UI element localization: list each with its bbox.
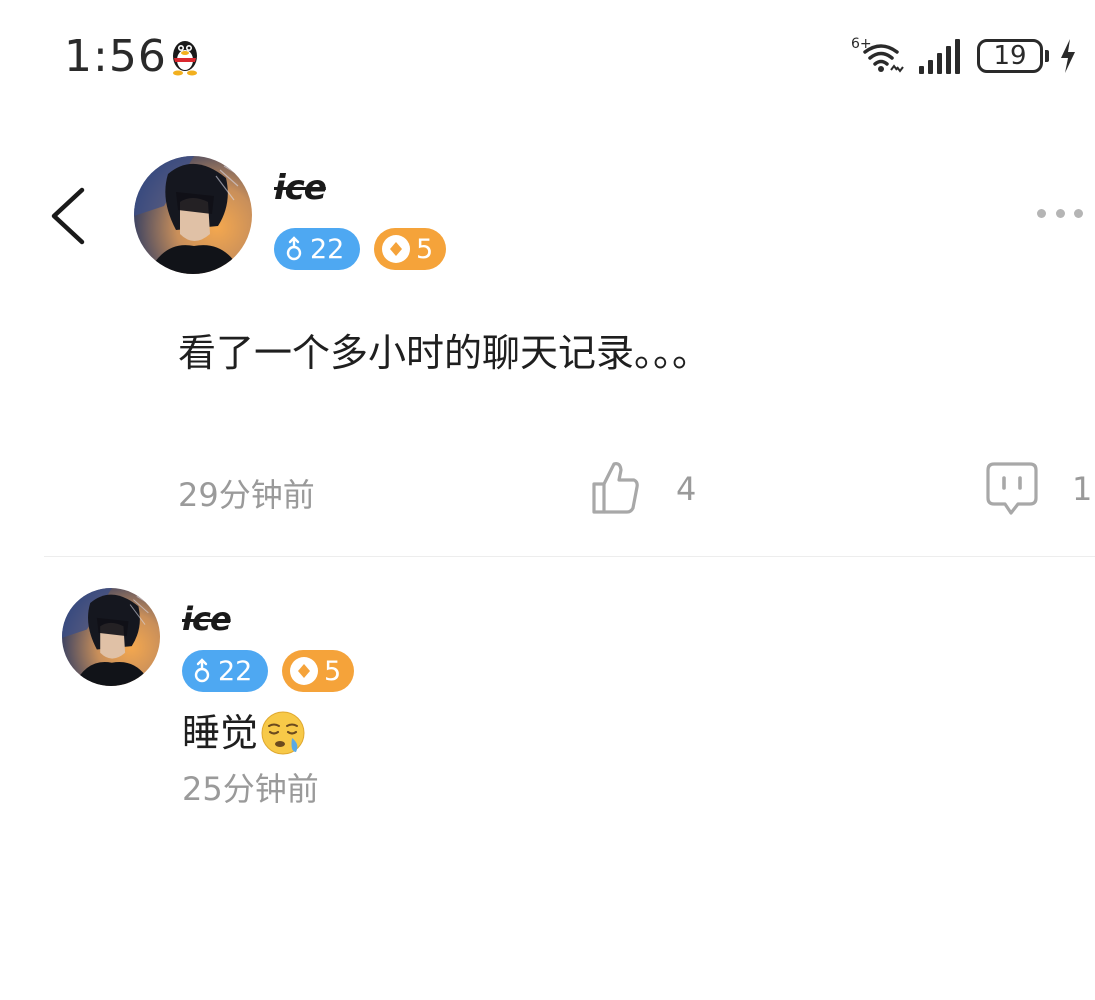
more-dot [1037, 208, 1046, 218]
post-timestamp: 29分钟前 [178, 476, 315, 514]
signal-icon [919, 39, 960, 74]
avatar-image [134, 156, 252, 274]
like-thumbs-up-icon[interactable] [590, 458, 640, 516]
status-time: 1:56 [64, 31, 167, 82]
reply-author-name[interactable]: ice [182, 600, 232, 638]
qq-penguin-icon [173, 41, 197, 76]
post-author-badges: 22 5 [274, 228, 446, 270]
sleepy-face-emoji-icon [261, 711, 305, 755]
more-dot [1055, 208, 1065, 218]
level-badge-value: 5 [416, 233, 434, 265]
divider [44, 556, 1095, 557]
post-author-name[interactable]: ice [274, 168, 327, 208]
age-badge-value: 22 [310, 233, 345, 265]
level-diamond-icon [290, 657, 318, 685]
charging-bolt-icon [1061, 39, 1075, 73]
post-author-avatar[interactable] [134, 156, 252, 274]
more-dot [1074, 208, 1083, 218]
wifi-icon: 6+ [851, 36, 904, 73]
post-content-text: 看了一个多小时的聊天记录。。。 [178, 331, 711, 375]
level-badge: 5 [374, 228, 446, 270]
more-options-icon[interactable] [1037, 200, 1083, 226]
level-badge-value: 5 [324, 655, 342, 687]
reply-author-avatar[interactable] [62, 588, 160, 686]
age-badge-value: 22 [218, 655, 253, 687]
like-count: 4 [676, 470, 697, 508]
comment-count: 1 [1072, 470, 1093, 508]
status-bar: 1:56 6+ 19 [0, 0, 1095, 110]
reply-author-badges: 22 5 [182, 650, 354, 692]
level-diamond-icon [382, 235, 410, 263]
back-chevron-icon[interactable] [44, 186, 92, 246]
reply-timestamp: 25分钟前 [182, 770, 319, 808]
avatar-image [62, 588, 160, 686]
battery-indicator: 19 [977, 39, 1043, 73]
age-badge: 22 [274, 228, 360, 270]
battery-level: 19 [993, 41, 1027, 71]
age-badge: 22 [182, 650, 268, 692]
status-indicators: 6+ 19 [851, 30, 1077, 82]
comment-bubble-icon[interactable] [984, 460, 1040, 518]
reply-content-text: 睡觉 [182, 711, 259, 755]
reply-content: 睡觉 [182, 708, 306, 758]
male-symbol-icon [194, 658, 210, 683]
level-badge: 5 [282, 650, 354, 692]
battery-nub [1045, 50, 1049, 62]
male-symbol-icon [286, 236, 302, 261]
